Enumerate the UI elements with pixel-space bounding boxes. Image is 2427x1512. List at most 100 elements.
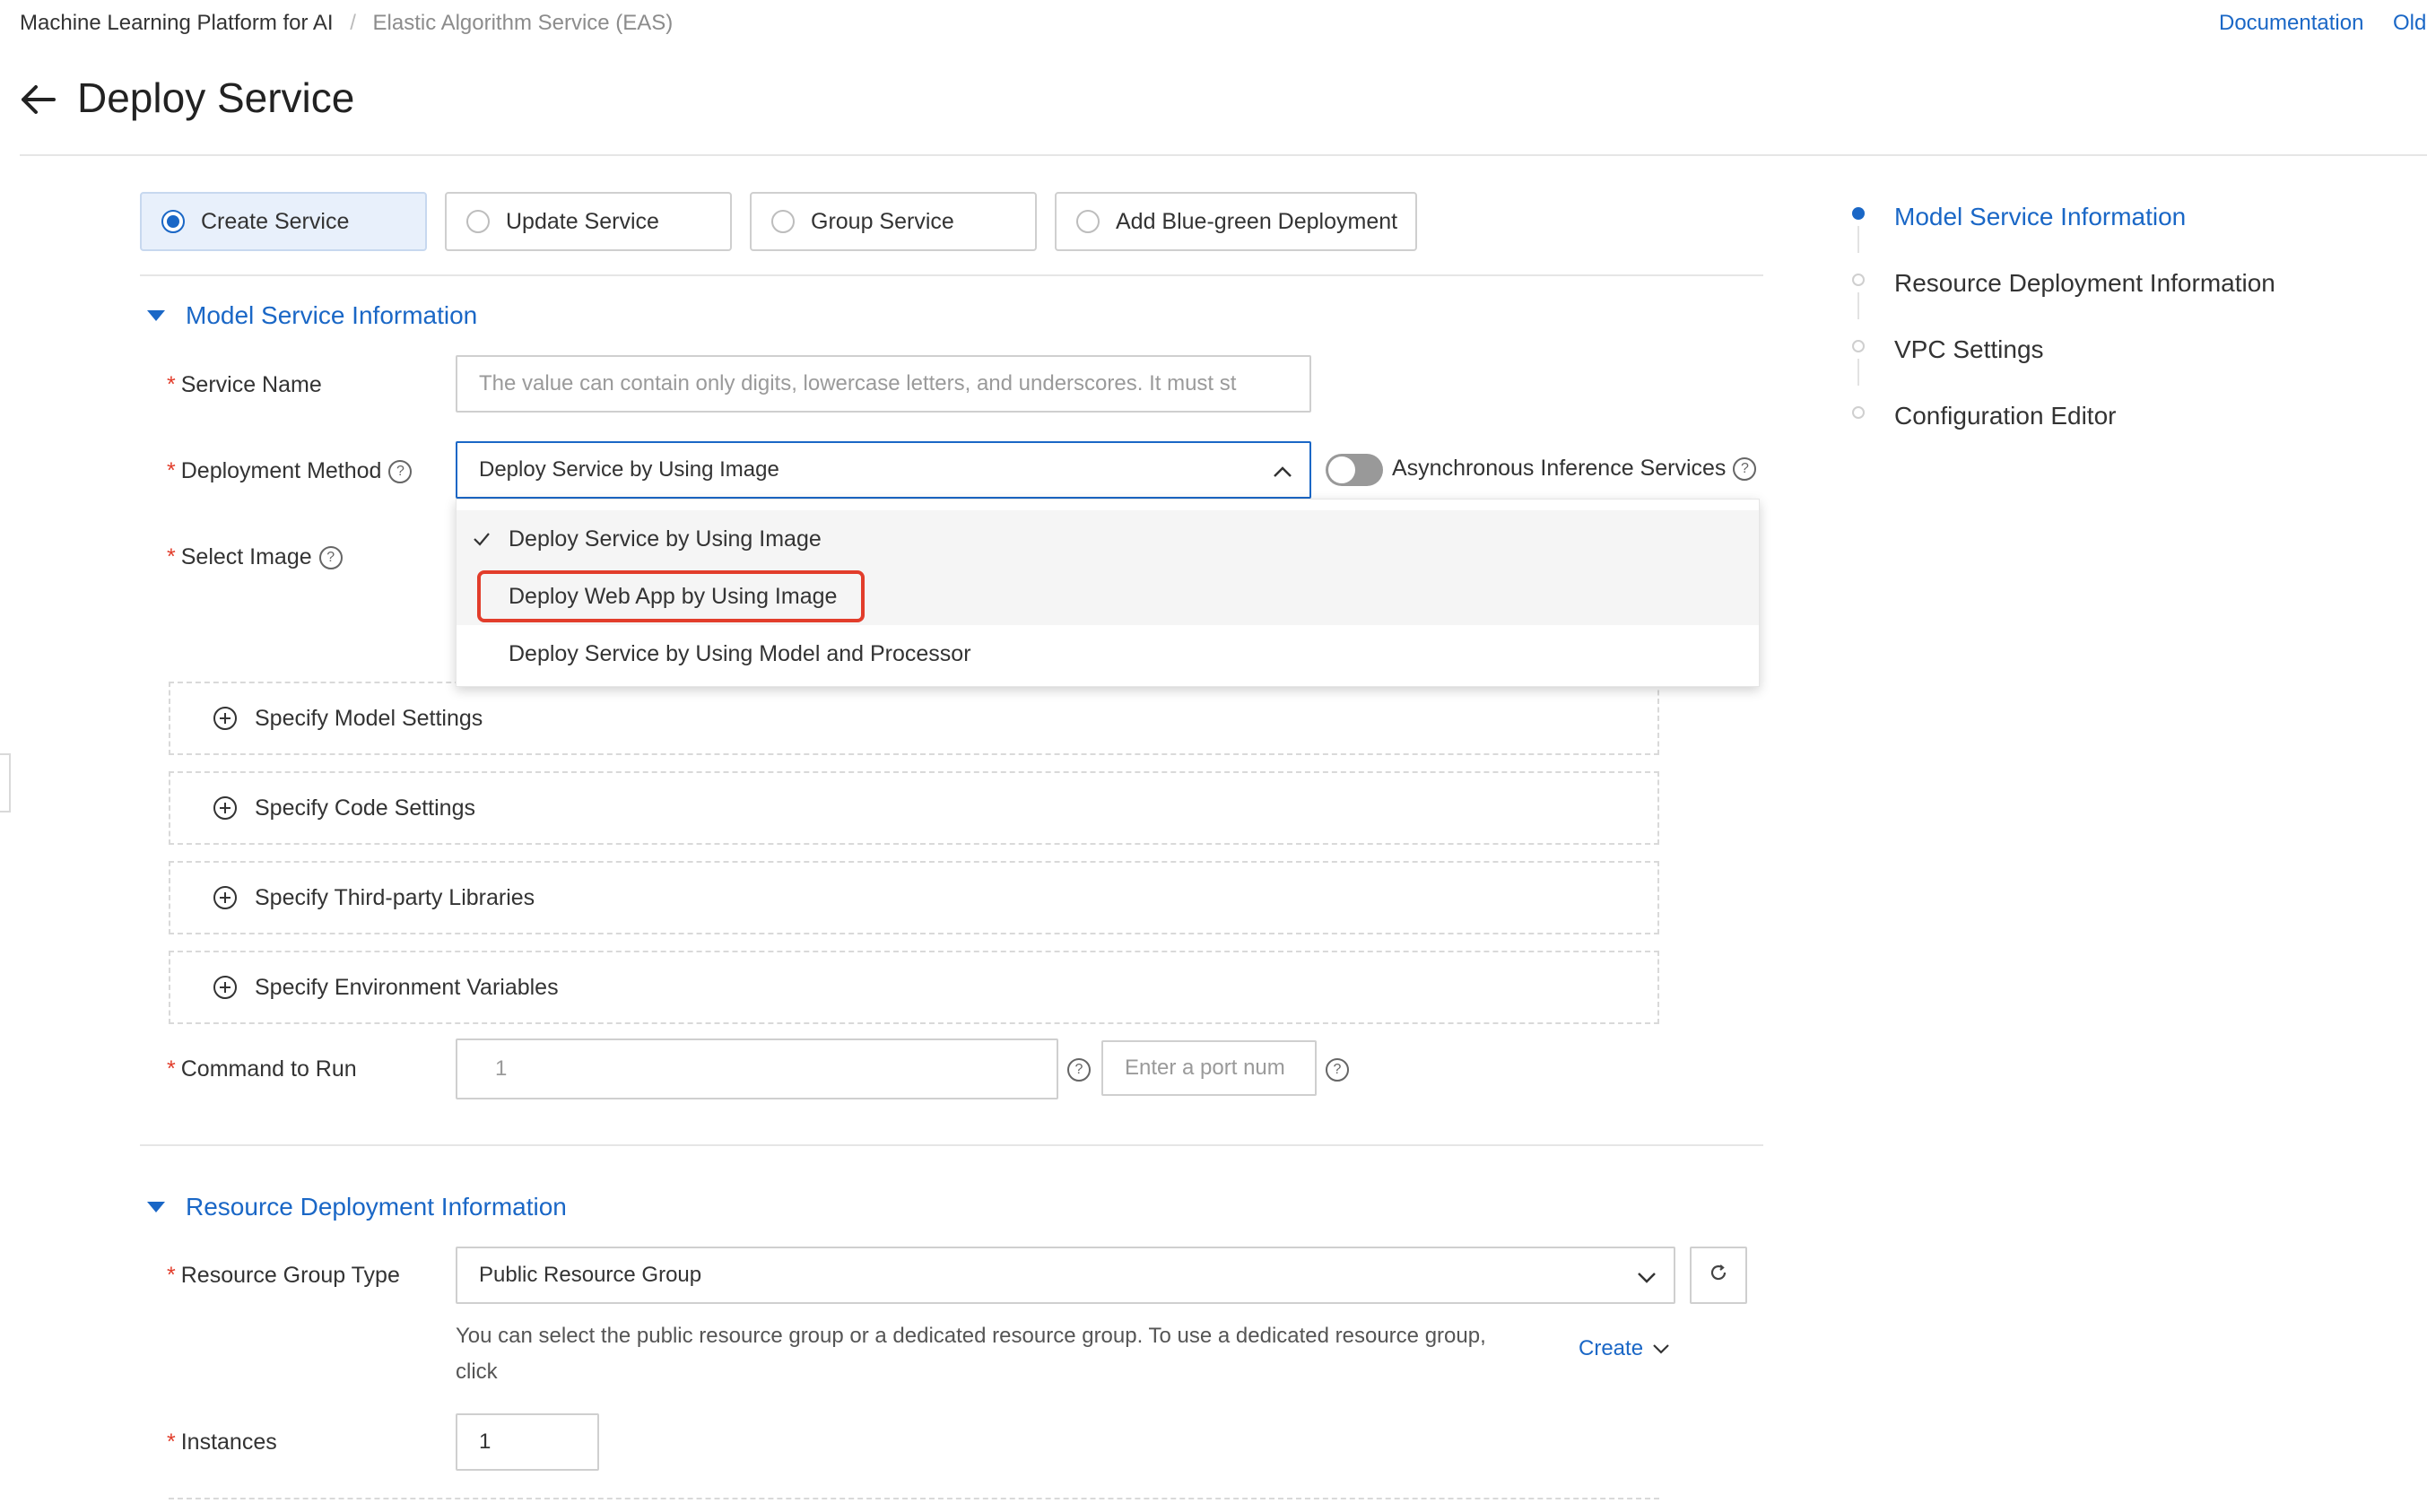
anchor-dot	[1852, 406, 1865, 419]
collapse-model-settings[interactable]: Specify Model Settings	[169, 682, 1659, 755]
question-icon[interactable]: ?	[1326, 1058, 1349, 1082]
resource-group-select[interactable]: Public Resource Group	[456, 1247, 1675, 1304]
label-text: Select Image	[180, 544, 312, 569]
collapse-triangle-icon[interactable]	[147, 310, 165, 321]
service-name-label: * Service Name	[167, 372, 322, 398]
option-label: Deploy Service by Using Model and Proces…	[509, 640, 971, 666]
placeholder-text: Enter a port num	[1125, 1056, 1285, 1080]
anchor-line	[1857, 359, 1859, 386]
collapse-triangle-icon[interactable]	[147, 1202, 165, 1212]
breadcrumb-current: Elastic Algorithm Service (EAS)	[372, 11, 674, 35]
plus-circle-icon	[213, 707, 237, 730]
label-text: Service Name	[180, 372, 322, 397]
arrow-left-icon[interactable]	[18, 79, 59, 120]
check-icon	[471, 528, 492, 550]
collapse-label: Specify Code Settings	[255, 795, 475, 821]
highlight-box	[477, 570, 865, 622]
radio-update-service[interactable]: Update Service	[445, 192, 732, 251]
breadcrumb-separator: /	[350, 11, 356, 35]
radio-label: Update Service	[506, 208, 659, 234]
label-text: Deployment Method	[180, 458, 382, 483]
header-divider	[20, 154, 2427, 156]
anchor-dot	[1852, 274, 1865, 286]
breadcrumb: Machine Learning Platform for AI / Elast…	[20, 11, 673, 36]
section-divider	[140, 1144, 1763, 1146]
side-panel-handle[interactable]	[0, 753, 11, 812]
breadcrumb-root[interactable]: Machine Learning Platform for AI	[20, 11, 334, 35]
instances-input[interactable]: 1	[456, 1413, 599, 1471]
radio-label: Group Service	[811, 208, 954, 234]
section-title-model-info[interactable]: Model Service Information	[186, 301, 477, 330]
chevron-up-icon	[1270, 459, 1295, 484]
question-icon[interactable]: ?	[1733, 457, 1757, 482]
collapse-label: Specify Third-party Libraries	[255, 884, 535, 910]
service-name-input[interactable]: The value can contain only digits, lower…	[456, 355, 1311, 413]
help-text: You can select the public resource group…	[456, 1324, 1486, 1348]
help-text: click	[456, 1360, 498, 1384]
required-mark: *	[167, 458, 176, 483]
anchor-line	[1857, 292, 1859, 319]
resource-group-label: * Resource Group Type	[167, 1263, 400, 1289]
line-number: 1	[495, 1056, 508, 1081]
plus-circle-icon	[213, 886, 237, 909]
collapse-environment-variables[interactable]: Specify Environment Variables	[169, 951, 1659, 1024]
required-mark: *	[167, 544, 176, 569]
label-text: Command to Run	[180, 1056, 357, 1082]
anchor-configuration-editor[interactable]: Configuration Editor	[1894, 402, 2116, 430]
collapse-label: Specify Environment Variables	[255, 974, 559, 1000]
radio-label: Add Blue-green Deployment	[1116, 208, 1398, 234]
label-text: Resource Group Type	[180, 1263, 400, 1288]
select-image-label: * Select Image?	[167, 544, 343, 570]
port-input[interactable]: Enter a port num	[1101, 1040, 1317, 1096]
question-icon[interactable]: ?	[318, 546, 343, 570]
question-icon[interactable]: ?	[1067, 1058, 1091, 1082]
required-mark: *	[167, 1429, 176, 1455]
section-title-resource-info[interactable]: Resource Deployment Information	[186, 1193, 567, 1221]
anchor-dot-active	[1852, 207, 1865, 220]
dropdown-option-model-and-processor[interactable]: Deploy Service by Using Model and Proces…	[457, 625, 1759, 682]
collapse-third-party-libraries[interactable]: Specify Third-party Libraries	[169, 861, 1659, 934]
dropdown-option-service-by-image[interactable]: Deploy Service by Using Image	[457, 510, 1759, 568]
collapse-label: Specify Model Settings	[255, 705, 483, 731]
radio-indicator	[771, 210, 795, 233]
select-value: Deploy Service by Using Image	[479, 457, 779, 482]
old-version-link[interactable]: Old	[2393, 11, 2426, 36]
refresh-icon	[1708, 1262, 1729, 1290]
documentation-link[interactable]: Documentation	[2219, 11, 2363, 36]
required-mark: *	[167, 1056, 176, 1082]
radio-indicator	[161, 210, 185, 233]
resource-group-help: You can select the public resource group…	[456, 1318, 1486, 1390]
anchor-vpc-settings[interactable]: VPC Settings	[1894, 335, 2044, 364]
async-label: Asynchronous Inference Services?	[1392, 456, 1757, 482]
label-text: Instances	[180, 1429, 277, 1455]
async-toggle[interactable]	[1326, 454, 1383, 486]
anchor-model-service-info[interactable]: Model Service Information	[1894, 203, 2186, 231]
deployment-method-label: * Deployment Method?	[167, 458, 413, 484]
anchor-dot	[1852, 340, 1865, 352]
page-title: Deploy Service	[77, 74, 355, 121]
deployment-method-select[interactable]: Deploy Service by Using Image	[456, 441, 1311, 499]
collapse-code-settings[interactable]: Specify Code Settings	[169, 771, 1659, 845]
refresh-button[interactable]	[1690, 1247, 1747, 1304]
radio-group-service[interactable]: Group Service	[750, 192, 1037, 251]
input-value: 1	[479, 1429, 491, 1454]
question-icon[interactable]: ?	[388, 460, 413, 484]
anchor-resource-deployment-info[interactable]: Resource Deployment Information	[1894, 269, 2275, 298]
create-link[interactable]: Create	[1579, 1336, 1672, 1361]
placeholder-text: The value can contain only digits, lower…	[479, 371, 1237, 395]
radio-create-service[interactable]: Create Service	[140, 192, 427, 251]
radio-indicator	[1076, 210, 1100, 233]
radio-indicator	[466, 210, 490, 233]
section-divider	[140, 274, 1763, 276]
option-label: Deploy Service by Using Image	[509, 526, 822, 552]
select-value: Public Resource Group	[479, 1263, 702, 1287]
radio-blue-green[interactable]: Add Blue-green Deployment	[1055, 192, 1417, 251]
plus-circle-icon	[213, 976, 237, 999]
required-mark: *	[167, 1263, 176, 1288]
instances-label: * Instances	[167, 1429, 277, 1456]
plus-circle-icon	[213, 796, 237, 820]
radio-label: Create Service	[201, 208, 350, 234]
command-editor[interactable]: 1	[456, 1038, 1058, 1099]
chevron-down-icon	[1650, 1338, 1672, 1360]
link-text: Create	[1579, 1336, 1644, 1360]
